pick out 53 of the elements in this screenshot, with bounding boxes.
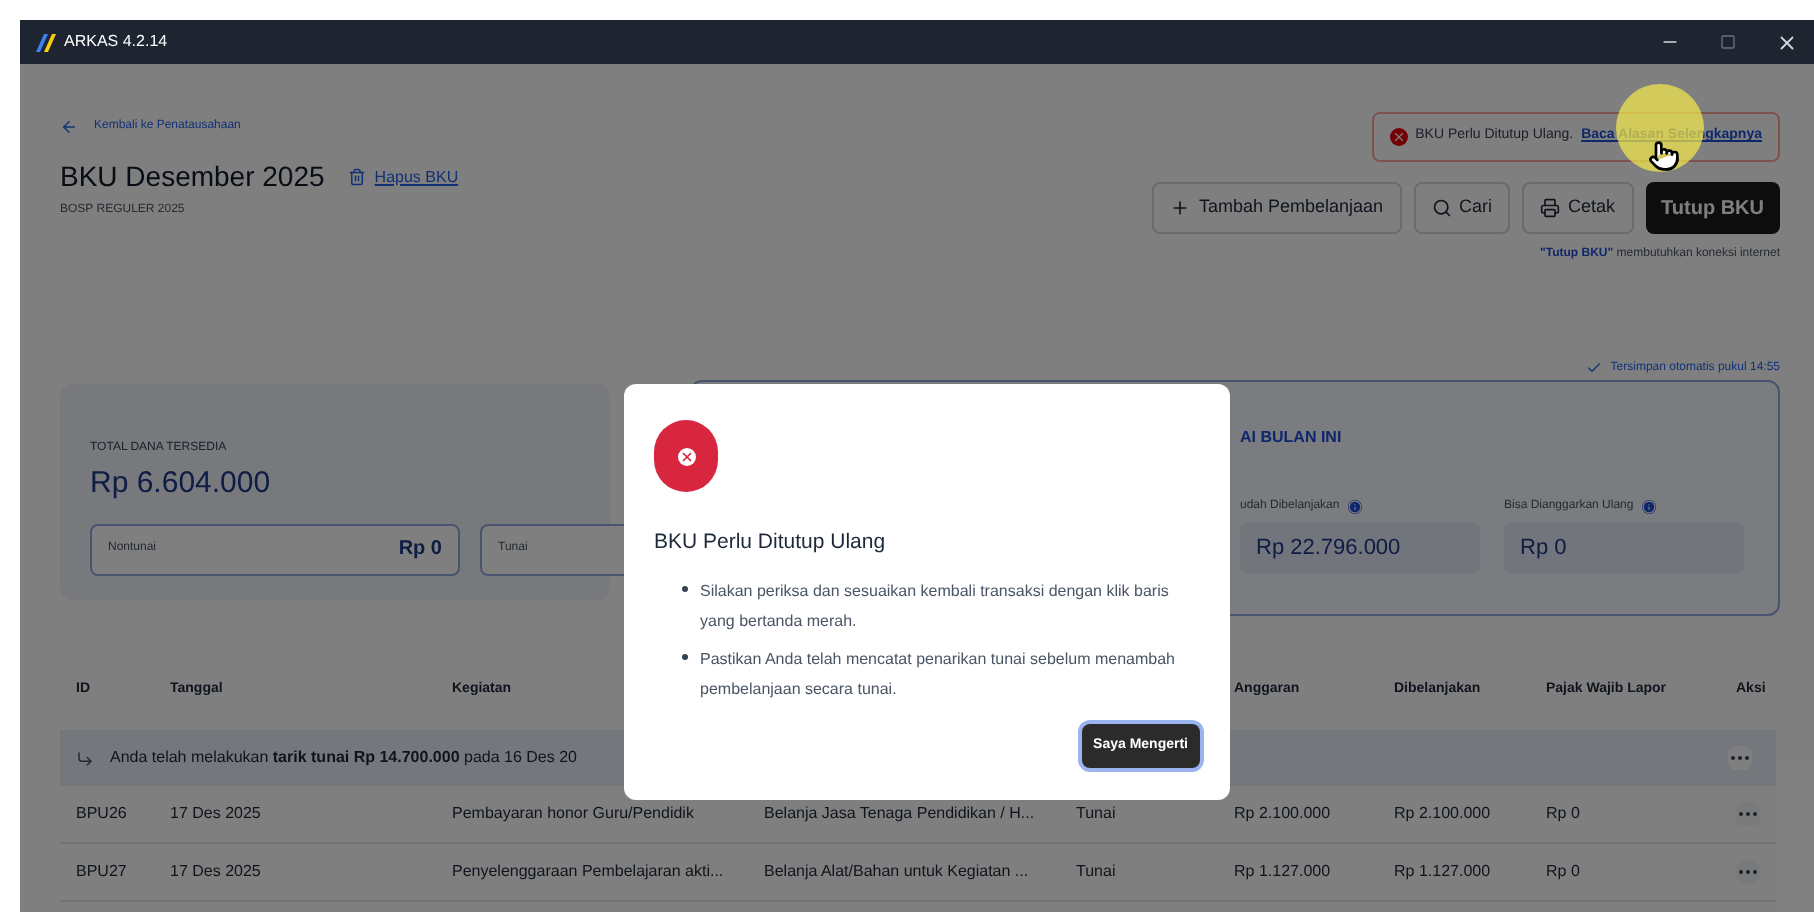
plus-icon xyxy=(1170,198,1191,218)
table-cell: 17 Des 2025 xyxy=(170,802,261,826)
back-arrow-icon xyxy=(60,117,78,135)
trash-icon xyxy=(348,168,367,186)
add-button[interactable]: Tambah Pembelanjaan xyxy=(1152,182,1401,234)
table-cell: Rp 0 xyxy=(1546,860,1580,884)
notice-text: Anda telah melakukan tarik tunai Rp 14.700.000 pada 16 Des 20 xyxy=(110,746,577,770)
table-cell: Tunai xyxy=(1076,860,1116,884)
table-row[interactable]: BPU27 17 Des 2025 Penyelenggaraan Pembelajaran akti... Belanja Alat/Bahan untuk Kegiatan ... Tunai Rp 1.127.000 Rp 1.127.000 Rp 0 xyxy=(60,844,1776,902)
app-logo-icon xyxy=(36,33,56,51)
maximize-icon[interactable] xyxy=(1720,34,1736,50)
window-title: ARKAS 4.2.14 xyxy=(64,30,168,54)
hand-cursor-icon xyxy=(1648,140,1680,172)
table-cell: Belanja Alat/Bahan untuk Kegiatan ... xyxy=(764,860,1029,884)
table-cell: Penyelenggaraan Pembelajaran akti... xyxy=(452,860,724,884)
fund-field-value: Rp 0 xyxy=(398,536,442,564)
table-cell: Rp 1.127.000 xyxy=(1394,860,1491,884)
stat-value: Rp 22.796.000 xyxy=(1240,522,1480,574)
search-icon xyxy=(1431,198,1451,218)
dialog-bullet: Pastikan Anda telah mencatat penarikan tunai sebelum menambah pembelanjaan secara tunai. xyxy=(700,647,1177,702)
bullet-icon xyxy=(682,585,688,592)
error-badge-icon xyxy=(654,420,718,492)
table-cell: Belanja Jasa Tenaga Pendidikan / H... xyxy=(764,802,1035,826)
stat-value: Rp 0 xyxy=(1504,522,1744,574)
corner-arrow-icon xyxy=(76,749,94,767)
printer-icon xyxy=(1540,198,1561,218)
table-cell: Rp 1.127.000 xyxy=(1234,860,1331,884)
more-icon[interactable] xyxy=(1736,860,1760,884)
table-cell: Rp 2.100.000 xyxy=(1394,802,1491,826)
error-icon xyxy=(1389,128,1408,146)
table-cell: Rp 0 xyxy=(1546,802,1580,826)
month-summary-title: AI BULAN INI xyxy=(1240,426,1344,450)
search-button[interactable]: Cari xyxy=(1413,182,1511,234)
close-bku-button[interactable]: Tutup BKU xyxy=(1645,182,1780,234)
table-cell: Rp 2.100.000 xyxy=(1234,802,1331,826)
table-cell: Pembayaran honor Guru/Pendidik xyxy=(452,802,694,826)
info-icon xyxy=(1641,500,1656,514)
more-icon[interactable] xyxy=(1736,802,1760,826)
page-title: BKU Desember 2025 xyxy=(60,158,325,196)
bullet-icon xyxy=(682,653,688,660)
dialog-bullet: Silakan periksa dan sesuaikan kembali transaksi dengan klik baris yang bertanda merah. xyxy=(700,579,1171,634)
check-icon xyxy=(1586,360,1603,376)
dialog-title: BKU Perlu Ditutup Ulang xyxy=(654,528,888,558)
delete-link[interactable]: Hapus BKU xyxy=(348,165,459,189)
close-icon[interactable] xyxy=(1776,31,1798,53)
table-cell: BPU27 xyxy=(76,860,127,884)
table-cell: Tunai xyxy=(1076,802,1116,826)
more-icon[interactable] xyxy=(1728,746,1752,770)
table-cell: BPU26 xyxy=(76,802,127,826)
funds-amount: Rp 6.604.000 xyxy=(90,464,273,504)
table-cell: 17 Des 2025 xyxy=(170,860,261,884)
print-button[interactable]: Cetak xyxy=(1522,182,1634,234)
info-icon xyxy=(1347,500,1362,514)
